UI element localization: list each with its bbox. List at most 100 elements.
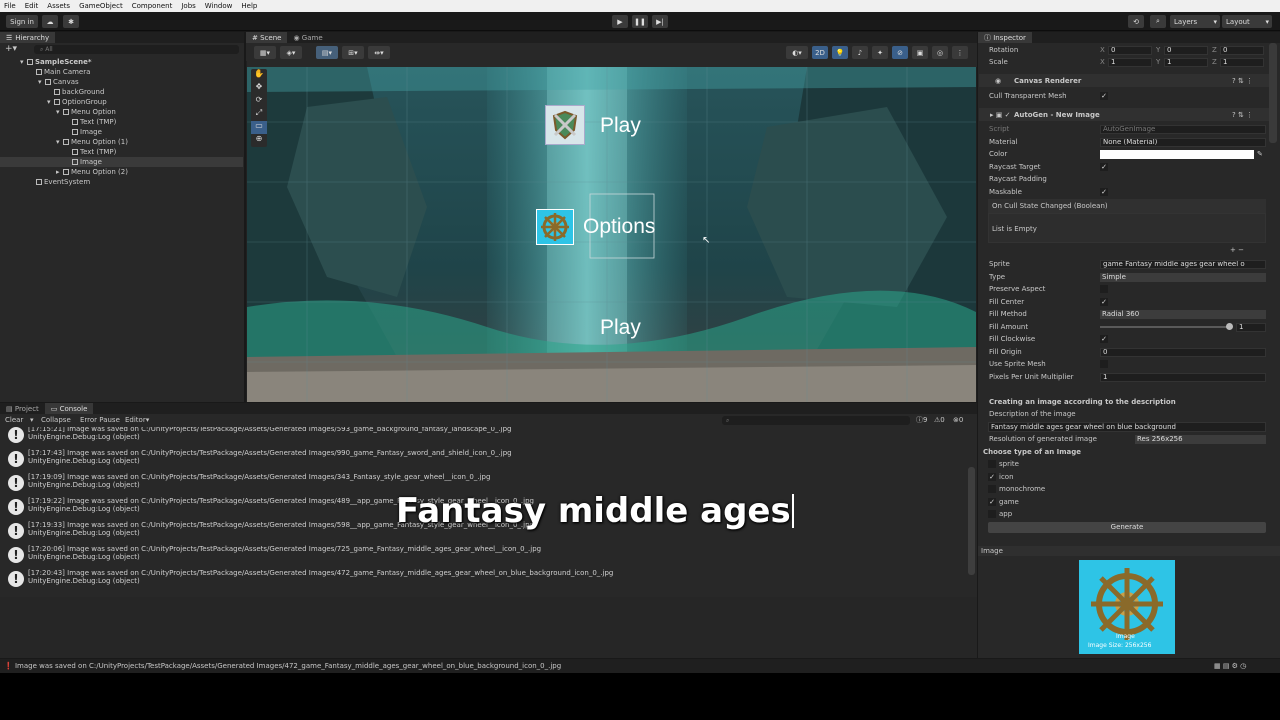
more-icon[interactable]: ⋮ (952, 46, 968, 59)
hierarchy-item[interactable]: Main Camera (0, 67, 243, 77)
raycast-target-checkbox[interactable]: ✓ (1100, 163, 1108, 171)
description-input[interactable]: Fantasy middle ages gear wheel on blue b… (988, 422, 1266, 432)
gear-wheel-icon[interactable] (536, 209, 574, 245)
tab-hierarchy[interactable]: ☰ Hierarchy (0, 32, 56, 43)
scale-tool-icon[interactable]: ⤢ (251, 108, 267, 121)
grid-snap-dropdown[interactable]: ▤▾ (316, 46, 338, 59)
layout-dropdown[interactable]: Layout ▾ (1222, 15, 1272, 28)
fill-amount-slider-track[interactable] (1100, 326, 1230, 328)
hierarchy-search-input[interactable]: ⌕ All (34, 45, 239, 54)
menu-component[interactable]: Component (132, 2, 173, 10)
hierarchy-item[interactable]: ▾ Menu Option (0, 107, 243, 117)
fill-clockwise-checkbox[interactable]: ✓ (1100, 335, 1108, 343)
expand-arrow-icon[interactable]: ▾ (38, 77, 45, 87)
collapse-button[interactable]: Collapse (41, 414, 71, 426)
clear-dropdown-icon[interactable]: ▾ (30, 414, 34, 426)
preview-header[interactable]: Image (981, 546, 1003, 556)
expand-arrow-icon[interactable]: ▾ (56, 137, 63, 147)
material-field[interactable]: None (Material) (1100, 138, 1266, 147)
error-pause-button[interactable]: Error Pause (80, 414, 120, 426)
help-icon[interactable]: ? ⇅ ⋮ (1232, 76, 1253, 86)
hierarchy-item[interactable]: Image (0, 127, 243, 137)
expand-arrow-icon[interactable]: ▾ (47, 97, 54, 107)
ppu-field[interactable]: 1 (1100, 373, 1266, 382)
play-button[interactable]: ▶ (612, 15, 628, 28)
cull-transparent-checkbox[interactable]: ✓ (1100, 92, 1108, 100)
shading-dropdown[interactable]: ◐▾ (786, 46, 808, 59)
warning-count-badge[interactable]: ⚠0 (934, 414, 945, 426)
menu-window[interactable]: Window (205, 2, 233, 10)
fill-amount-field[interactable]: 1 (1236, 323, 1266, 332)
fill-origin-field[interactable]: 0 (1100, 348, 1266, 357)
tab-console[interactable]: ▭ Console (44, 403, 94, 414)
hand-tool-icon[interactable]: ✋ (251, 69, 267, 82)
resolution-dropdown[interactable]: Res 256x256 (1135, 435, 1266, 444)
use-sprite-mesh-checkbox[interactable] (1100, 360, 1108, 368)
sign-in-button[interactable]: Sign in (6, 15, 38, 28)
transform-scale-z-field[interactable]: 1 (1220, 58, 1264, 67)
log-count-badge[interactable]: ⓘ9 (916, 414, 927, 426)
menu-edit[interactable]: Edit (25, 2, 39, 10)
console-log-row[interactable]: ! [17:15:21] Image was saved on C:/UnityP… (4, 427, 968, 446)
transform-rotation-z-field[interactable]: 0 (1220, 46, 1264, 55)
snap-increment-dropdown[interactable]: ⊞▾ (342, 46, 364, 59)
color-swatch[interactable] (1100, 150, 1254, 159)
type-icon-checkbox[interactable]: ✓ (988, 472, 996, 481)
fill-method-dropdown[interactable]: Radial 360 (1100, 310, 1266, 319)
camera-icon[interactable]: ▣ (912, 46, 928, 59)
transform-rotation-y-field[interactable]: 0 (1164, 46, 1208, 55)
collab-icon[interactable]: ✱ (63, 15, 79, 28)
generate-button[interactable]: Generate (988, 522, 1266, 533)
console-search-input[interactable]: ⌕ (722, 416, 910, 425)
menu-help[interactable]: Help (241, 2, 257, 10)
hierarchy-item[interactable]: ▾ OptionGroup (0, 97, 243, 107)
tab-project[interactable]: ▤ Project (0, 403, 45, 414)
maskable-checkbox[interactable]: ✓ (1100, 188, 1108, 196)
hierarchy-item[interactable]: Image (0, 157, 243, 167)
tab-game[interactable]: ◉ Game (287, 32, 328, 43)
type-sprite-checkbox[interactable] (988, 460, 996, 468)
play-label-bottom[interactable]: Play (600, 316, 641, 340)
preserve-aspect-checkbox[interactable] (1100, 285, 1108, 293)
rect-tool-icon[interactable]: ▭ (251, 121, 267, 134)
type-dropdown[interactable]: Simple (1100, 273, 1266, 282)
transform-rotation-x-field[interactable]: 0 (1108, 46, 1152, 55)
inspector-scrollbar[interactable] (1269, 43, 1277, 143)
fill-center-checkbox[interactable]: ✓ (1100, 298, 1108, 306)
editor-dropdown[interactable]: Editor▾ (125, 414, 149, 426)
clear-button[interactable]: Clear (5, 414, 23, 426)
help-icon[interactable]: ? ⇅ ⋮ (1232, 110, 1253, 120)
step-button[interactable]: ▶| (652, 15, 668, 28)
pause-button[interactable]: ❚❚ (632, 15, 648, 28)
gizmo-dropdown[interactable]: ◈▾ (280, 46, 302, 59)
gizmos-icon[interactable]: ◎ (932, 46, 948, 59)
expand-arrow-icon[interactable]: ▸ (56, 167, 63, 177)
search-icon[interactable]: ⌕ (1150, 15, 1166, 28)
hierarchy-item[interactable]: ▾ Menu Option (1) (0, 137, 243, 147)
type-monochrome-checkbox[interactable] (988, 485, 996, 493)
expand-arrow-icon[interactable]: ▾ (56, 107, 63, 117)
eyedropper-icon[interactable]: ✎ (1257, 149, 1263, 159)
script-field[interactable]: AutoGenImage (1100, 125, 1266, 134)
audio-icon[interactable]: ♪ (852, 46, 868, 59)
hierarchy-item[interactable]: EventSystem (0, 177, 243, 187)
status-text[interactable]: Image was saved on C:/UnityProjects/Test… (15, 662, 561, 670)
console-log-row[interactable]: ! [17:17:43] Image was saved on C:/UnityP… (4, 447, 968, 470)
cloud-icon[interactable]: ☁ (42, 15, 58, 28)
menu-gameobject[interactable]: GameObject (79, 2, 123, 10)
history-icon[interactable]: ⟲ (1128, 15, 1144, 28)
hierarchy-item[interactable]: Text (TMP) (0, 117, 243, 127)
menu-jobs[interactable]: Jobs (181, 2, 195, 10)
hidden-objects-icon[interactable]: ⊘ (892, 46, 908, 59)
mode-2d-toggle[interactable]: 2D (812, 46, 828, 59)
light-icon[interactable]: 💡 (832, 46, 848, 59)
hierarchy-item[interactable]: backGround (0, 87, 243, 97)
type-game-checkbox[interactable]: ✓ (988, 497, 996, 506)
fill-amount-slider-handle[interactable] (1226, 323, 1233, 330)
hierarchy-item[interactable]: ▸ Menu Option (2) (0, 167, 243, 177)
hierarchy-item[interactable]: ▾ SampleScene* (0, 57, 243, 67)
transform-scale-x-field[interactable]: 1 (1108, 58, 1152, 67)
tab-scene[interactable]: # Scene (246, 32, 288, 43)
transform-scale-y-field[interactable]: 1 (1164, 58, 1208, 67)
expand-arrow-icon[interactable]: ▾ (20, 57, 27, 67)
